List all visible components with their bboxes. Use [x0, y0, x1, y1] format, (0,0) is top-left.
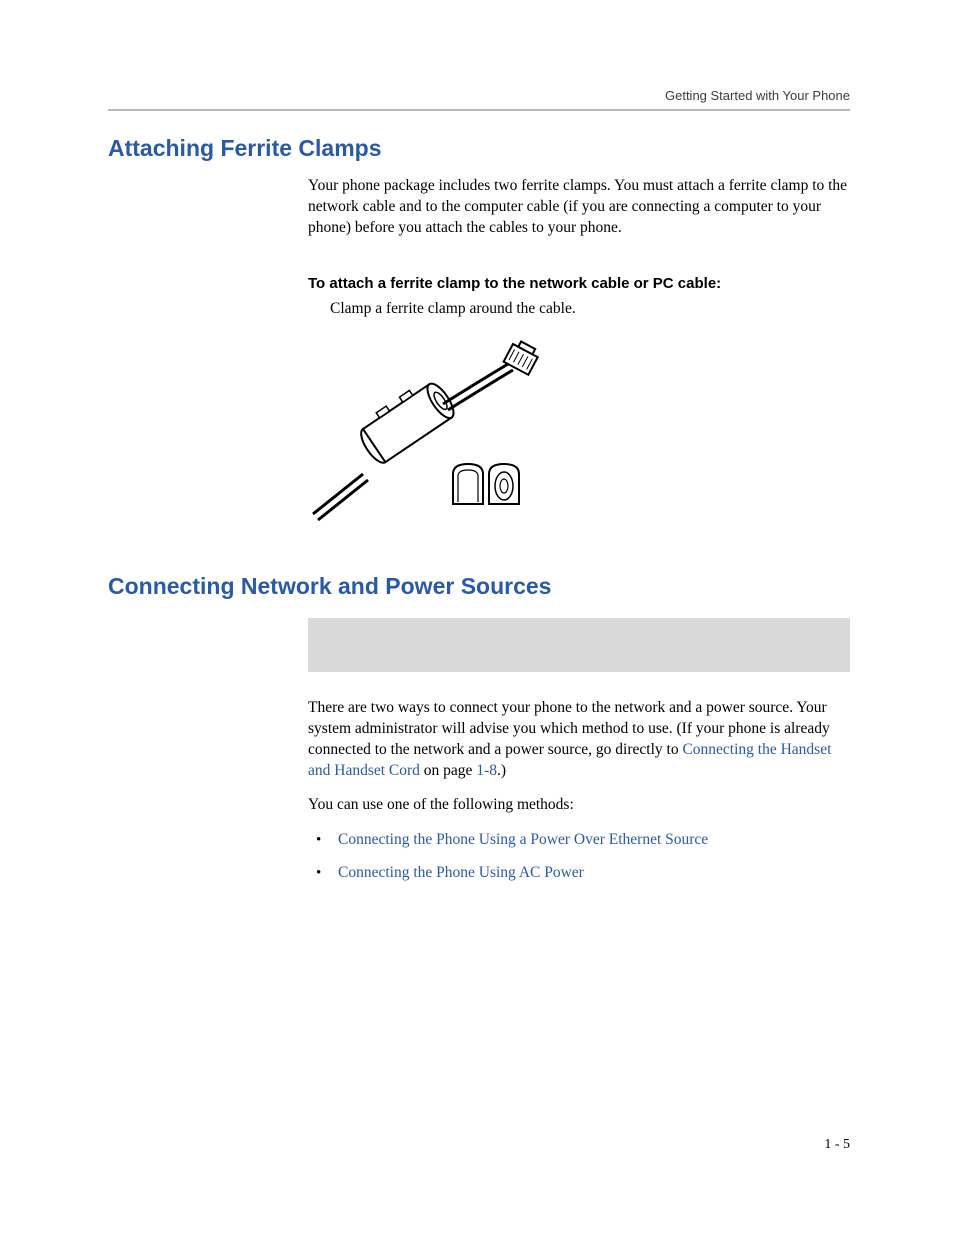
section1-paragraph: Your phone package includes two ferrite … — [308, 176, 850, 239]
section1-sub-heading: To attach a ferrite clamp to the network… — [308, 275, 850, 292]
ferrite-clamp-diagram — [308, 334, 850, 539]
list-item: Connecting the Phone Using AC Power — [308, 863, 850, 884]
section2-body: There are two ways to connect your phone… — [308, 618, 850, 884]
heading-connecting-network-power: Connecting Network and Power Sources — [108, 573, 850, 600]
ferrite-clamp-illustration-icon — [308, 334, 588, 534]
section1-step: Clamp a ferrite clamp around the cable. — [330, 300, 850, 318]
method-list: Connecting the Phone Using a Power Over … — [308, 830, 850, 884]
p1-text-mid: on page — [420, 762, 476, 779]
section2-paragraph2: You can use one of the following methods… — [308, 795, 850, 816]
document-page: Getting Started with Your Phone Attachin… — [0, 0, 954, 1235]
section1-body: Your phone package includes two ferrite … — [308, 176, 850, 539]
list-item: Connecting the Phone Using a Power Over … — [308, 830, 850, 851]
link-poe-source[interactable]: Connecting the Phone Using a Power Over … — [338, 831, 708, 848]
running-header: Getting Started with Your Phone — [108, 88, 850, 103]
header-rule — [108, 109, 850, 111]
link-ac-power[interactable]: Connecting the Phone Using AC Power — [338, 864, 584, 881]
section2-paragraph1: There are two ways to connect your phone… — [308, 698, 850, 782]
link-page-ref[interactable]: 1-8 — [476, 762, 497, 779]
callout-placeholder — [308, 618, 850, 672]
page-number: 1 - 5 — [824, 1137, 850, 1153]
p1-text-post: .) — [497, 762, 506, 779]
heading-attaching-ferrite-clamps: Attaching Ferrite Clamps — [108, 135, 850, 162]
